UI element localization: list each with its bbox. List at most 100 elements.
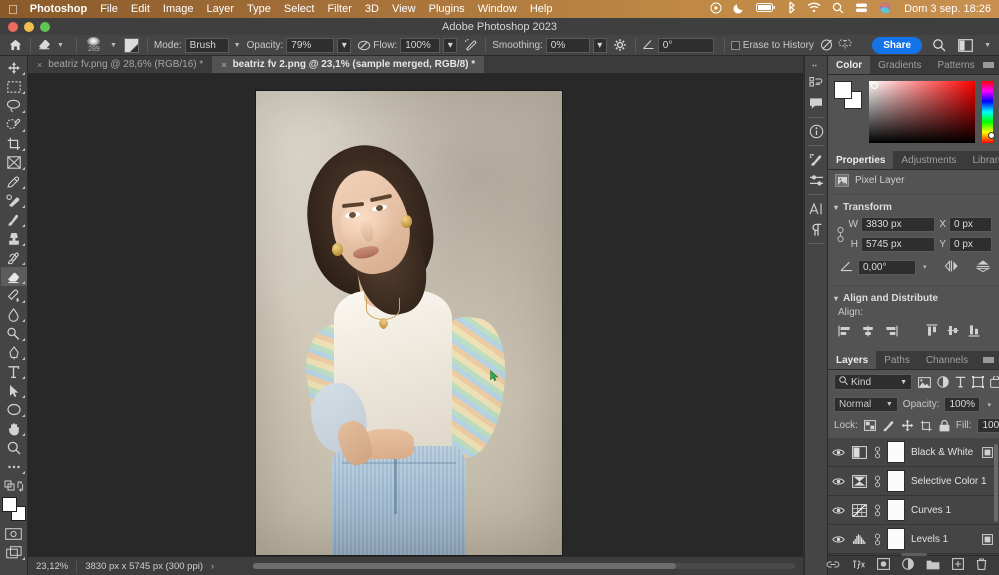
- workspace-switcher-icon[interactable]: [956, 37, 974, 54]
- brush-tool-flyout-triangle[interactable]: [22, 224, 25, 227]
- brush-settings-icon[interactable]: [805, 149, 827, 170]
- layer-style-fx-icon[interactable]: [852, 558, 865, 573]
- eye-icon[interactable]: [832, 506, 845, 515]
- mode-chevron-down-icon[interactable]: ▼: [232, 42, 243, 49]
- mode-control[interactable]: Mode: Brush ▼: [154, 38, 243, 53]
- spotlight-search-icon[interactable]: [832, 2, 844, 17]
- quick-mask-icon[interactable]: [1, 524, 27, 543]
- frame-tool-flyout-triangle[interactable]: [22, 167, 25, 170]
- menu-edit[interactable]: Edit: [131, 3, 150, 15]
- close-tab-icon-1[interactable]: ×: [37, 60, 42, 70]
- tab-channels[interactable]: Channels: [918, 351, 976, 369]
- brush-angle-input[interactable]: 0°: [658, 38, 714, 53]
- layer-opacity-input[interactable]: 100%: [944, 397, 980, 412]
- airbrush-icon[interactable]: [461, 37, 479, 54]
- color-panel-foreground-swatch[interactable]: [834, 81, 852, 99]
- align-section-header[interactable]: ▾ Align and Distribute: [828, 289, 999, 306]
- transform-x-input[interactable]: 0 px: [949, 217, 992, 232]
- tool-preset-chevron-down-icon[interactable]: ▼: [55, 42, 66, 49]
- table-row[interactable]: Curves 1: [828, 496, 999, 525]
- align-horizontal-centers-icon[interactable]: [861, 325, 875, 340]
- clone-stamp-flyout-triangle[interactable]: [22, 243, 25, 246]
- symmetry-butterfly-icon[interactable]: [836, 37, 854, 54]
- mask-link-icon[interactable]: [873, 475, 881, 488]
- flow-control[interactable]: Flow: 100% ▾: [373, 38, 457, 53]
- foreground-background-color-swatches[interactable]: [2, 497, 26, 521]
- active-tool-preset[interactable]: ▼: [37, 37, 66, 54]
- move-tool[interactable]: [1, 58, 27, 77]
- type-tool-flyout-triangle[interactable]: [22, 376, 25, 379]
- swap-colors-icon[interactable]: [1, 476, 27, 495]
- brush-tool[interactable]: [1, 210, 27, 229]
- mask-link-icon[interactable]: [873, 533, 881, 546]
- smoothing-options-gear-icon[interactable]: [611, 37, 629, 54]
- tab-color[interactable]: Color: [828, 56, 870, 74]
- layer-mask-thumbnail[interactable]: [887, 441, 905, 463]
- menu-filter[interactable]: Filter: [327, 3, 351, 15]
- color-panel-swatches[interactable]: [834, 81, 862, 109]
- eraser-tool[interactable]: [1, 267, 27, 286]
- table-row[interactable]: Levels 1: [828, 525, 999, 554]
- filter-type-icon[interactable]: [955, 375, 966, 389]
- comments-icon[interactable]: [805, 93, 827, 114]
- hue-slider[interactable]: [982, 81, 993, 143]
- blur-tool[interactable]: [1, 305, 27, 324]
- tab-properties[interactable]: Properties: [828, 151, 893, 169]
- eyedropper-tool[interactable]: [1, 172, 27, 191]
- layer-fill-input[interactable]: 100%: [977, 418, 999, 433]
- frame-tool[interactable]: [1, 153, 27, 172]
- transform-w-input[interactable]: 3830 px: [861, 217, 935, 232]
- share-button[interactable]: Share: [872, 37, 922, 54]
- bluetooth-icon[interactable]: [787, 1, 796, 17]
- lock-all-icon[interactable]: [939, 419, 950, 433]
- menu-3d[interactable]: 3D: [365, 3, 379, 15]
- gradient-tool[interactable]: [1, 286, 27, 305]
- object-selection-tool[interactable]: [1, 115, 27, 134]
- tab-layers[interactable]: Layers: [828, 351, 876, 369]
- mask-link-icon[interactable]: [873, 446, 881, 459]
- transform-h-input[interactable]: 5745 px: [861, 237, 935, 252]
- smoothing-chevron-down-icon[interactable]: ▾: [593, 38, 607, 53]
- path-selection-tool[interactable]: [1, 381, 27, 400]
- layer-mask-thumbnail[interactable]: [887, 499, 905, 521]
- transform-angle-input[interactable]: 0,00°: [858, 260, 916, 275]
- pen-tool-flyout-triangle[interactable]: [22, 357, 25, 360]
- filter-shape-icon[interactable]: [972, 375, 984, 389]
- brush-preset-picker[interactable]: 289 ▼: [83, 37, 119, 53]
- spot-healing-flyout-triangle[interactable]: [22, 205, 25, 208]
- menu-image[interactable]: Image: [163, 3, 194, 15]
- transform-chevron-down-icon[interactable]: ▾: [834, 203, 838, 212]
- filter-pixel-icon[interactable]: [918, 375, 931, 389]
- shape-tool[interactable]: [1, 400, 27, 419]
- screen-mode-flyout-triangle[interactable]: [22, 557, 25, 560]
- tab-adjustments[interactable]: Adjustments: [893, 151, 964, 169]
- pen-tool[interactable]: [1, 343, 27, 362]
- eraser-tool-icon[interactable]: [37, 37, 52, 54]
- tab-libraries[interactable]: Libraries: [965, 151, 999, 169]
- tab-gradients[interactable]: Gradients: [870, 56, 929, 74]
- crop-tool-flyout-triangle[interactable]: [22, 148, 25, 151]
- brush-settings-panel-icon[interactable]: [123, 37, 141, 54]
- control-center-icon[interactable]: [710, 2, 722, 17]
- marquee-tool[interactable]: [1, 77, 27, 96]
- menu-photoshop[interactable]: Photoshop: [30, 3, 87, 15]
- opacity-chevron-down-icon[interactable]: ▾: [337, 38, 351, 53]
- erase-to-history-checkbox[interactable]: [731, 41, 740, 50]
- align-bottom-edges-icon[interactable]: [968, 324, 980, 340]
- eyedropper-tool-flyout-triangle[interactable]: [22, 186, 25, 189]
- brush-picker-chevron-down-icon[interactable]: ▼: [108, 42, 119, 49]
- flow-chevron-down-icon[interactable]: ▾: [443, 38, 457, 53]
- marquee-tool-flyout-triangle[interactable]: [22, 91, 25, 94]
- menu-select[interactable]: Select: [284, 3, 315, 15]
- rail-grip-icon[interactable]: ••: [812, 64, 820, 69]
- foreground-color-swatch[interactable]: [2, 497, 17, 512]
- transform-angle-chevron-down-icon[interactable]: ▾: [921, 263, 929, 271]
- blur-tool-flyout-triangle[interactable]: [22, 319, 25, 322]
- link-wh-icon[interactable]: [833, 226, 847, 243]
- paragraph-icon[interactable]: [805, 219, 827, 240]
- color-picker-field[interactable]: [869, 81, 975, 143]
- clipping-mask-icon[interactable]: [982, 534, 993, 545]
- menu-view[interactable]: View: [392, 3, 416, 15]
- workspace-chevron-down-icon[interactable]: ▼: [982, 42, 993, 49]
- opacity-control[interactable]: Opacity: 79% ▾: [247, 38, 352, 53]
